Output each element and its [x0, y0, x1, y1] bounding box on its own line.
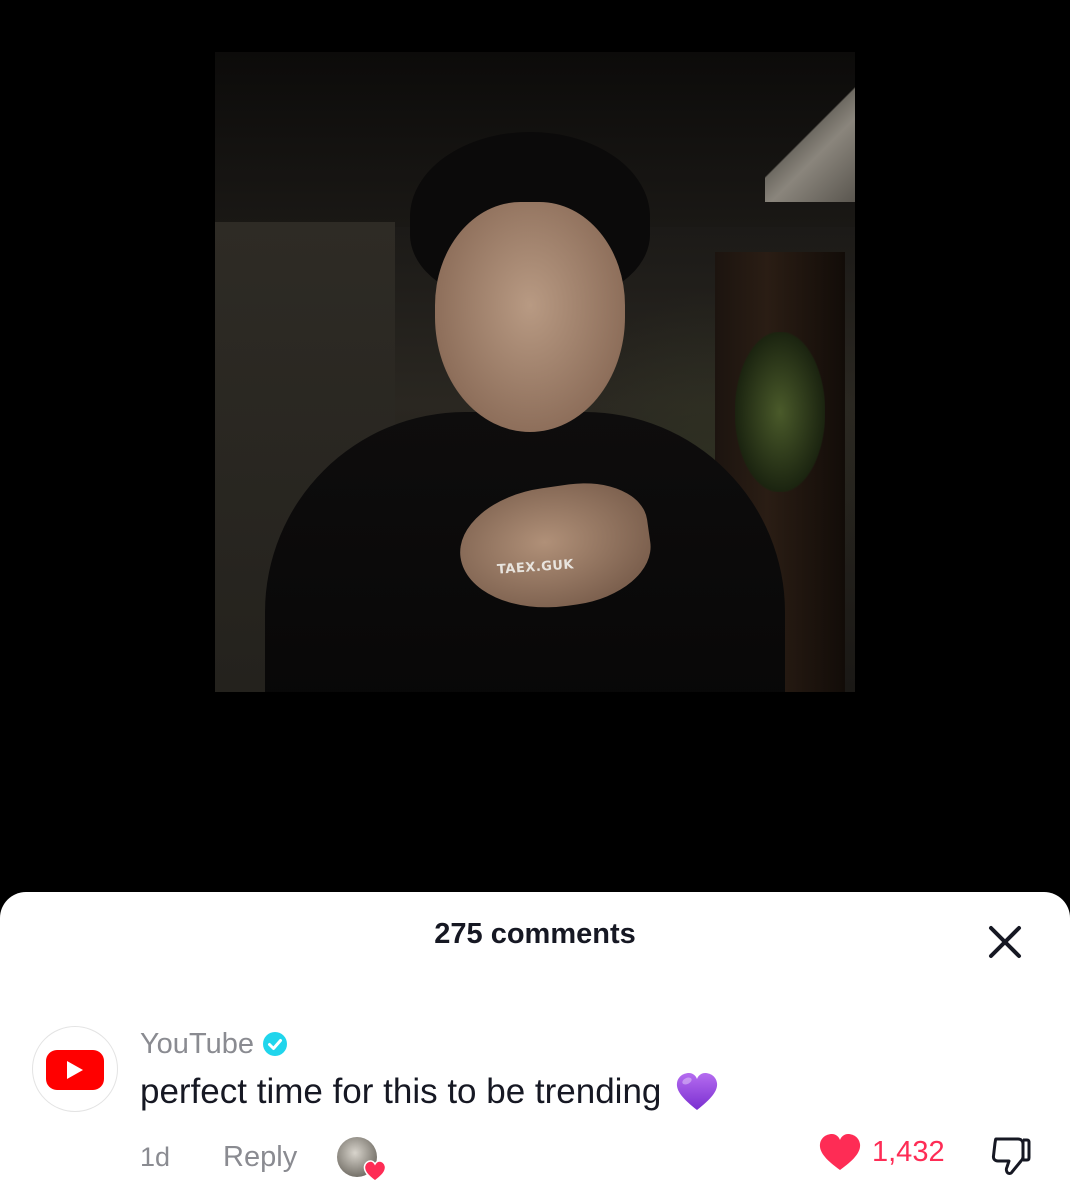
username-row: YouTube: [140, 1026, 288, 1062]
youtube-logo-icon: [46, 1050, 104, 1090]
comment-text-content: perfect time for this to be trending: [140, 1072, 662, 1111]
dislike-button[interactable]: [988, 1135, 1032, 1177]
like-button[interactable]: 1,432: [818, 1132, 945, 1172]
heart-icon: [819, 1134, 861, 1170]
purple-heart-icon: [677, 1073, 718, 1110]
comment-timestamp: 1d: [140, 1141, 171, 1172]
video-frame[interactable]: TAEX.GUK: [215, 52, 855, 692]
comments-sheet: 275 comments YouTube perfect time for th…: [0, 892, 1070, 1200]
person-figure: [245, 122, 805, 692]
comment-item: YouTube perfect time for this to be tren…: [0, 1022, 1070, 1192]
like-count: 1,432: [872, 1135, 945, 1168]
close-x-icon: [989, 926, 1021, 958]
verified-badge-icon: [262, 1032, 287, 1056]
close-button[interactable]: [985, 922, 1025, 962]
reply-button[interactable]: Reply: [223, 1141, 297, 1174]
creator-heart-icon: [363, 1160, 387, 1182]
person-face: [435, 202, 625, 432]
comment-meta-row: 1d Reply: [140, 1137, 387, 1182]
comment-text: perfect time for this to be trending: [140, 1072, 719, 1112]
thumbs-down-icon: [991, 1137, 1031, 1175]
comments-count-title: 275 comments: [434, 918, 636, 950]
commenter-username[interactable]: YouTube: [140, 1028, 254, 1061]
video-player[interactable]: TAEX.GUK: [0, 0, 1070, 900]
creator-liked-avatar: [337, 1137, 387, 1182]
commenter-avatar[interactable]: [32, 1026, 118, 1112]
